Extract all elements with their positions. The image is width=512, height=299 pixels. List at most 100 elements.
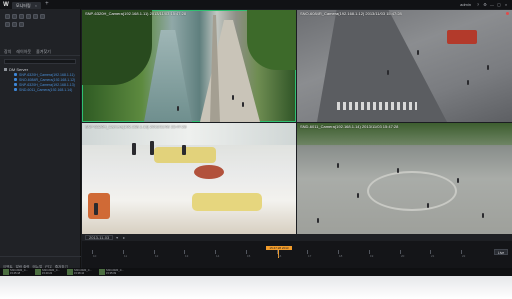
layout-3x3-button[interactable] — [19, 13, 24, 19]
scene-crosswalk — [337, 102, 417, 110]
live-button[interactable]: Live — [494, 249, 508, 255]
tab-devices[interactable]: 장치 — [4, 49, 11, 55]
timeline-track[interactable]: 15:47:28 2013 10 11 12 13 14 15 16 17 18 19 20 21 22 — [88, 246, 488, 258]
scene-person — [132, 143, 136, 155]
title-bar: W 모니터링 × + admin ? ⚙ — ▢ × — [0, 0, 512, 9]
window-controls: admin ? ⚙ — ▢ × — [458, 0, 508, 9]
sequence-button[interactable] — [5, 21, 10, 27]
device-search-input[interactable] — [4, 59, 76, 64]
scene-person — [467, 80, 469, 85]
layout-4x4-button[interactable] — [26, 13, 31, 19]
scene-vehicle — [447, 30, 477, 44]
record-button[interactable] — [19, 21, 24, 27]
help-icon[interactable]: ? — [476, 2, 480, 7]
layout-custom-button[interactable] — [33, 13, 38, 19]
timeline-tick-label: 22 — [462, 254, 466, 258]
thumbnail-image — [3, 269, 9, 275]
timeline-tick-label: 11 — [124, 254, 128, 258]
layout-2x2-button[interactable] — [12, 13, 17, 19]
timeline-tick-label: 21 — [431, 254, 435, 258]
user-name[interactable]: admin — [458, 2, 473, 7]
event-thumbnail[interactable]: SNO-6020_C... 15:45:18 — [3, 269, 33, 275]
scene-person — [457, 178, 459, 183]
tab-layouts[interactable]: 레이아웃 — [16, 49, 31, 55]
current-time-label: 15:47:28 2013 — [266, 246, 292, 250]
tab-close-icon[interactable]: × — [35, 3, 37, 8]
tab-monitoring[interactable]: 모니터링 × — [12, 2, 42, 9]
video-tile-3[interactable]: SNP-6320H_Camera(192.168.1.13) 2013/11/0… — [82, 123, 296, 234]
scene-person — [417, 50, 419, 55]
snapshot-button[interactable] — [12, 21, 17, 27]
tab-label: 모니터링 — [16, 2, 31, 8]
camera-icon — [14, 88, 17, 91]
panel-tabs: 장치 레이아웃 즐겨찾기 — [0, 49, 80, 56]
timeline-date[interactable]: 2013-11-03 — [85, 235, 114, 240]
scene-trees-left — [82, 10, 152, 85]
tree-item-label: SNP-6320H_Camera(192.168.1.13) — [19, 82, 75, 87]
new-tab-icon[interactable]: + — [45, 0, 49, 9]
scene-person — [150, 141, 154, 155]
scene-person — [482, 213, 484, 218]
scene-person — [94, 203, 98, 215]
thumbnail-time: 15:40:22 — [42, 272, 53, 275]
thumbnail-image — [99, 269, 105, 275]
timeline-tick-label: 10 — [93, 254, 97, 258]
scene-person — [242, 102, 244, 107]
thumbnail-image — [67, 269, 73, 275]
maximize-icon[interactable]: ▢ — [497, 2, 501, 7]
calendar-icon[interactable]: ▾ — [116, 235, 120, 240]
minimize-icon[interactable]: — — [490, 2, 494, 7]
timeline-tick-label: 13 — [185, 254, 189, 258]
reflection-backdrop — [0, 276, 512, 299]
tree-item-label: SNP-6320H_Camera(192.168.1.11) — [19, 72, 75, 77]
video-grid: SNP-6320H_Camera(192.168.1.11) 2013/11/0… — [82, 10, 512, 234]
video-tile-2[interactable]: SNO-6084R_Camera(192.168.1.12) 2013/11/0… — [297, 10, 512, 122]
timeline-tick-label: 18 — [339, 254, 343, 258]
scene-trees-right — [247, 10, 296, 70]
settings-icon[interactable]: ⚙ — [483, 2, 487, 7]
scene-person — [397, 168, 399, 173]
layout-fullscreen-button[interactable] — [40, 13, 45, 19]
tree-item-label: SND-6011_Camera(192.168.1.14) — [19, 87, 73, 92]
video-tile-4[interactable]: SND-6011_Camera(192.168.1.14) 2013/11/03… — [297, 123, 512, 234]
event-thumbnail[interactable]: SNO-6020_C... 15:35:09 — [99, 269, 129, 275]
scene-person — [427, 203, 429, 208]
scene-person — [387, 70, 389, 75]
video-caption: SNP-6320H_Camera(192.168.1.11) 2013/11/0… — [85, 11, 187, 16]
timeline-tick-label: 19 — [370, 254, 374, 258]
video-caption: SNO-6084R_Camera(192.168.1.12) 2013/11/0… — [300, 11, 402, 16]
video-tile-1[interactable]: SNP-6320H_Camera(192.168.1.11) 2013/11/0… — [82, 10, 296, 122]
timeline-tick-label: 16 — [278, 254, 282, 258]
scene-person — [232, 95, 234, 100]
event-thumbnail[interactable]: SNO-6020_C... 15:40:22 — [35, 269, 65, 275]
thumbnail-time: 15:35:09 — [106, 272, 117, 275]
scene-table — [194, 165, 224, 179]
event-thumbnail-strip: SNO-6020_C... 15:45:18 SNO-6020_C... 15:40… — [0, 268, 512, 276]
tree-root-label: DM Server — [9, 67, 29, 72]
camera-icon — [14, 83, 17, 86]
layout-1x1-button[interactable] — [5, 13, 10, 19]
thumbnail-image — [35, 269, 41, 275]
video-caption: SND-6011_Camera(192.168.1.14) 2013/11/03… — [300, 124, 399, 129]
play-icon[interactable]: ▸ — [123, 235, 127, 240]
tree-item-camera-4[interactable]: SND-6011_Camera(192.168.1.14) — [4, 87, 76, 92]
scene-person — [487, 65, 489, 70]
vms-app-window: W 모니터링 × + admin ? ⚙ — ▢ × 장치 레이아웃 즐겨찾기 … — [0, 0, 512, 276]
tree-item-label: SNO-6084R_Camera(192.168.1.12) — [19, 77, 76, 82]
app-logo: W — [3, 1, 9, 8]
scene-sofa — [192, 193, 262, 211]
timeline-toolbar: 2013-11-03 ▾ ▸ — [82, 234, 512, 241]
device-tree: DM Server SNP-6320H_Camera(192.168.1.11)… — [0, 67, 80, 92]
scene-chair — [88, 193, 110, 219]
scene-person — [337, 163, 339, 168]
tab-favorites[interactable]: 즐겨찾기 — [36, 49, 51, 55]
window-close-icon[interactable]: × — [504, 2, 508, 7]
scene-person — [317, 218, 319, 223]
thumbnail-time: 15:38:44 — [74, 272, 85, 275]
server-icon — [4, 68, 7, 71]
event-thumbnail[interactable]: SNO-6020_C... 15:38:44 — [67, 269, 97, 275]
timeline-tick-label: 20 — [401, 254, 405, 258]
playback-timeline: 2013-11-03 ▾ ▸ 15:47:28 2013 10 11 12 13 14 1… — [82, 234, 512, 268]
timeline-tick-label: 15 — [247, 254, 251, 258]
thumbnail-time: 15:45:18 — [10, 272, 21, 275]
